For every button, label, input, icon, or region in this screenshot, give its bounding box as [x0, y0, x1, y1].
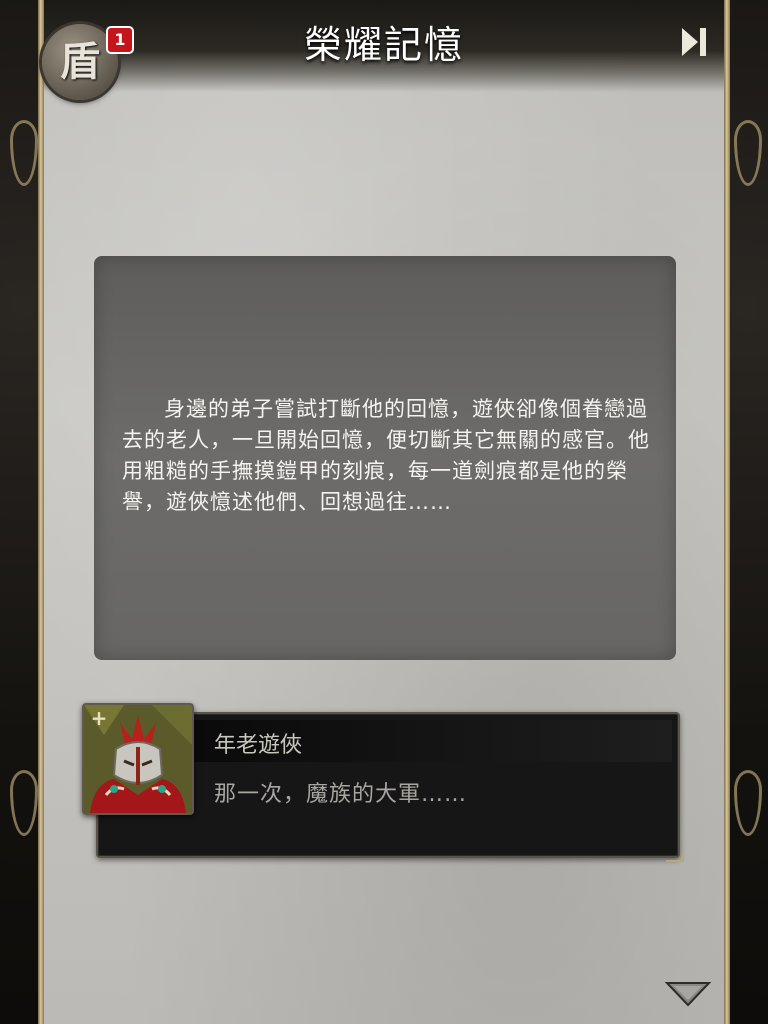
left-frame	[0, 0, 44, 1024]
skip-forward-icon	[682, 28, 706, 56]
triangle-down-icon	[664, 982, 712, 1007]
frame-ornament	[10, 770, 38, 836]
speaker-portrait: +	[82, 703, 194, 815]
skip-button[interactable]	[676, 22, 712, 62]
frame-corner	[666, 854, 684, 862]
narration-text: 身邊的弟子嘗試打斷他的回憶，遊俠卻像個眷戀過去的老人，一旦開始回憶，便切斷其它無…	[122, 397, 650, 514]
frame-ornament	[734, 120, 762, 186]
next-arrow-button[interactable]	[664, 980, 712, 1008]
narration-box: 身邊的弟子嘗試打斷他的回憶，遊俠卻像個眷戀過去的老人，一旦開始回憶，便切斷其它無…	[94, 256, 676, 660]
shield-icon: 盾	[60, 39, 100, 85]
notification-badge: 1	[106, 26, 134, 54]
frame-ornament	[734, 770, 762, 836]
dialogue-line: 那一次，魔族的大軍……	[214, 782, 468, 807]
right-frame	[724, 0, 768, 1024]
speaker-name: 年老遊俠	[214, 733, 303, 758]
plus-icon: +	[90, 706, 108, 730]
frame-ornament	[10, 120, 38, 186]
